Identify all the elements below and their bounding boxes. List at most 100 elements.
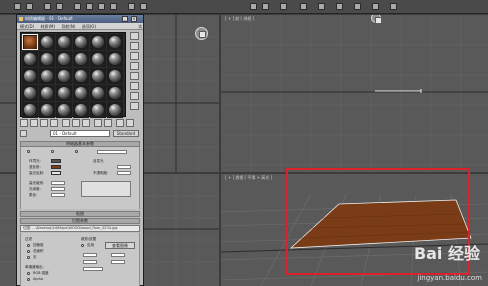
material-name-field[interactable]: 01 - Default [50,130,110,137]
make-preview-icon[interactable] [130,82,139,90]
viewport-front[interactable]: [ + ] 前 [ 线框 ] [221,15,488,172]
shader-radio[interactable] [51,150,54,153]
bitmap-path-field[interactable]: 位图: ...\Desktop\2d\Maps\WOOD\wood_floor_… [20,225,140,232]
move-icon[interactable] [86,3,93,10]
soften-spinner[interactable] [51,193,65,197]
filter-radio-none[interactable] [27,256,30,259]
sample-slot[interactable] [22,102,38,118]
shader-radio[interactable] [27,150,30,153]
sample-slot[interactable] [56,68,72,84]
crop-w-spinner[interactable] [111,253,125,257]
snap-icon[interactable] [128,3,135,10]
sample-slot[interactable] [90,51,106,67]
render-icon[interactable] [390,3,397,10]
select-icon[interactable] [74,3,81,10]
go-to-parent-icon[interactable] [116,119,124,127]
crop-h-spinner[interactable] [111,260,125,264]
opacity-spinner[interactable] [117,171,131,175]
mono-radio-alpha[interactable] [27,278,30,281]
redo-icon[interactable] [26,3,33,10]
sample-slot[interactable] [73,51,89,67]
material-editor-icon[interactable] [336,3,343,10]
menu-navigation[interactable]: 导航(N) [61,24,75,29]
sample-slot[interactable] [22,51,38,67]
shader-dropdown[interactable] [97,150,127,154]
spec-level-spinner[interactable] [51,181,65,185]
self-illum-spinner[interactable] [117,165,131,169]
sample-slot[interactable] [56,85,72,101]
sample-slot[interactable] [22,85,38,101]
sample-slot[interactable] [90,34,106,50]
sample-slot[interactable] [22,68,38,84]
sample-slot[interactable] [73,68,89,84]
sample-slot[interactable] [90,85,106,101]
view-image-button[interactable]: 查看图像 [105,242,135,249]
mono-radio-rgb[interactable] [27,272,30,275]
layers-icon[interactable] [280,3,287,10]
sample-slot[interactable] [73,34,89,50]
menu-material[interactable]: 材质(M) [40,24,55,29]
make-copy-icon[interactable] [62,119,70,127]
specular-swatch[interactable] [51,171,61,175]
link-icon[interactable] [44,3,51,10]
put-to-library-icon[interactable] [82,119,90,127]
video-check-icon[interactable] [130,72,139,80]
scale-icon[interactable] [110,3,117,10]
sample-slot[interactable] [107,51,123,67]
material-type-button[interactable]: Standard [113,130,139,137]
filter-radio-pyramidal[interactable] [27,244,30,247]
viewport-perspective-label[interactable]: [ + ] 透视 [ 平滑 + 高光 ] [225,175,272,181]
schematic-icon[interactable] [318,3,325,10]
angle-snap-icon[interactable] [140,3,147,10]
background-icon[interactable] [130,52,139,60]
menu-options[interactable]: 选项(O) [82,24,96,29]
unlink-icon[interactable] [56,3,63,10]
render-setup-icon[interactable] [354,3,361,10]
sample-slot[interactable] [39,85,55,101]
sample-slot[interactable] [73,85,89,101]
rollout-bitmap-params[interactable]: 位图参数 [20,218,140,224]
sample-slot[interactable] [90,68,106,84]
select-by-material-icon[interactable] [130,102,139,110]
undo-icon[interactable] [14,3,21,10]
sample-slot[interactable] [56,51,72,67]
show-map-icon[interactable] [104,119,112,127]
menu-mode[interactable]: 模式(D) [20,24,34,29]
sample-slot[interactable] [22,34,38,50]
rotate-icon[interactable] [98,3,105,10]
shader-radio[interactable] [75,150,78,153]
crop-u-spinner[interactable] [83,253,97,257]
diffuse-swatch[interactable] [51,165,61,169]
make-unique-icon[interactable] [72,119,80,127]
pick-material-icon[interactable] [20,130,27,137]
viewcube-icon[interactable] [195,27,208,40]
sample-slot[interactable] [107,34,123,50]
reset-map-icon[interactable] [50,119,58,127]
sample-slot[interactable] [39,68,55,84]
go-forward-icon[interactable] [126,119,134,127]
sample-slot[interactable] [39,34,55,50]
sample-slot[interactable] [56,34,72,50]
crop-v-spinner[interactable] [83,260,97,264]
render-frame-icon[interactable] [372,3,379,10]
sample-slot[interactable] [39,102,55,118]
sample-slot[interactable] [39,51,55,67]
jitter-spinner[interactable] [83,267,103,271]
sample-slot[interactable] [107,102,123,118]
sample-type-icon[interactable] [130,32,139,40]
sample-slot[interactable] [107,68,123,84]
rollout-maps[interactable]: 贴图 [20,211,140,217]
apply-checkbox[interactable] [81,244,84,247]
mirror-icon[interactable] [250,3,257,10]
assign-material-icon[interactable] [40,119,48,127]
sample-slot[interactable] [90,102,106,118]
viewcube-front-icon[interactable] [371,15,382,24]
sample-slot[interactable] [56,102,72,118]
viewport-front-label[interactable]: [ + ] 前 [ 线框 ] [225,16,254,22]
align-icon[interactable] [262,3,269,10]
get-material-icon[interactable] [20,119,28,127]
sample-slot[interactable] [107,85,123,101]
backlight-icon[interactable] [130,42,139,50]
put-to-scene-icon[interactable] [30,119,38,127]
material-id-icon[interactable] [94,119,102,127]
